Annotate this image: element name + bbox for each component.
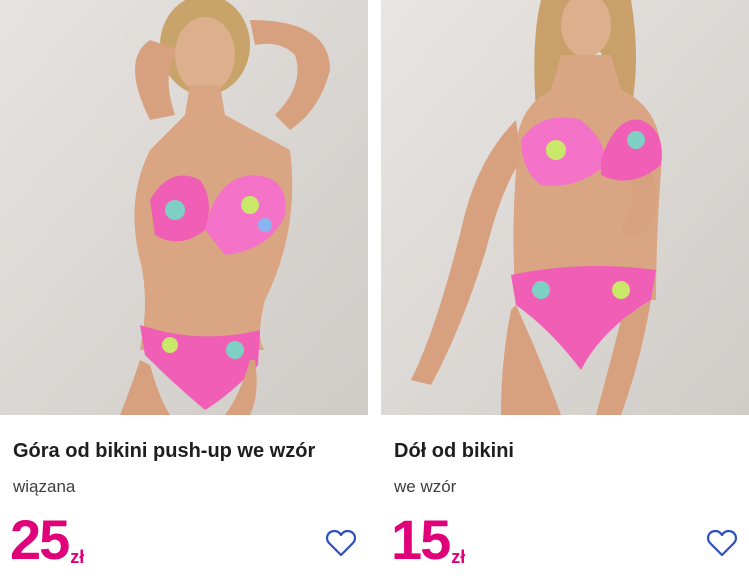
heart-outline-icon[interactable] [325, 528, 357, 558]
product-image[interactable] [381, 0, 749, 415]
product-price: 25 zł [10, 510, 84, 570]
price-value: 15 [391, 508, 451, 571]
product-card[interactable]: Dół od bikini we wzór 15 zł [381, 0, 749, 578]
product-price: 15 zł [391, 510, 465, 570]
heart-outline-icon[interactable] [706, 528, 738, 558]
product-subtitle: we wzór [394, 477, 457, 496]
price-currency: zł [70, 547, 85, 567]
price-value: 25 [10, 508, 70, 571]
product-card[interactable]: Góra od bikini push-up we wzór wiązana 2… [0, 0, 368, 578]
product-title[interactable]: Dół od bikini [394, 440, 514, 463]
product-image[interactable] [0, 0, 368, 415]
product-title[interactable]: Góra od bikini push-up we wzór [13, 440, 315, 463]
product-subtitle: wiązana [13, 477, 76, 496]
price-currency: zł [451, 547, 466, 567]
